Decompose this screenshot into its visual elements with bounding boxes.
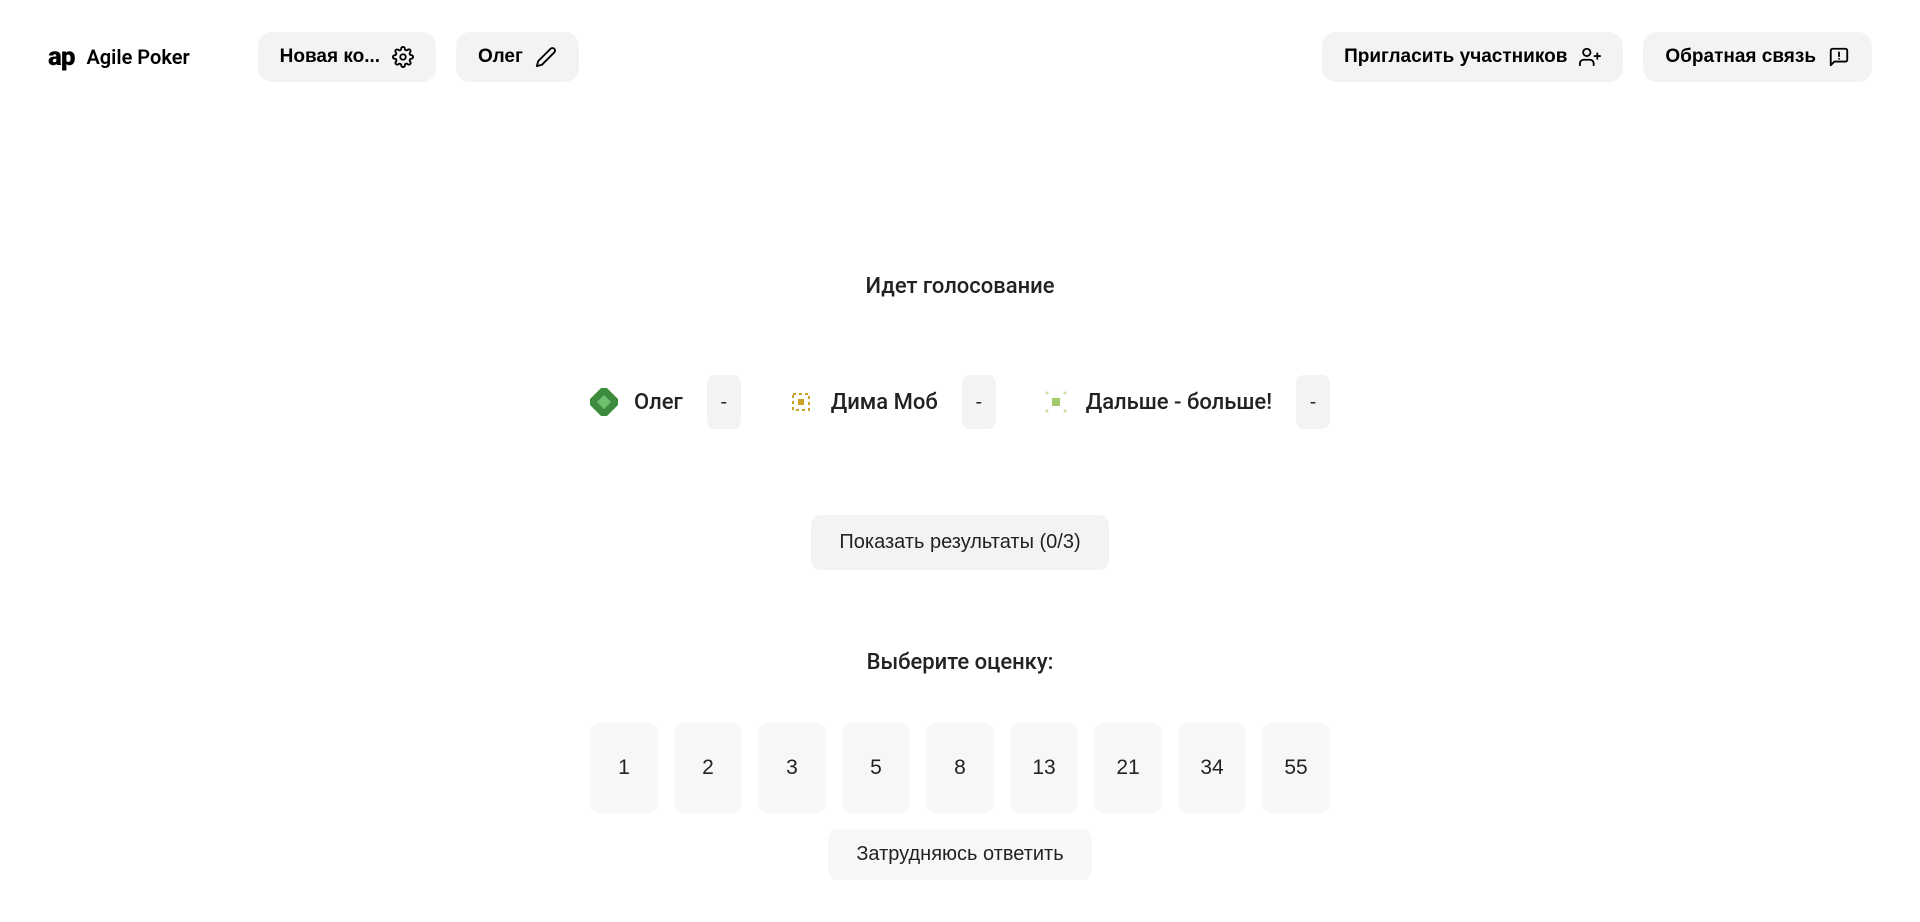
estimate-cards-row: 1 2 3 5 8 13 21 34 55 [590,723,1330,813]
estimate-card[interactable]: 55 [1262,723,1330,813]
invite-label: Пригласить участников [1344,46,1567,68]
avatar-icon [787,388,815,416]
main: Идет голосование Олег - Дима Моб - Дальш… [0,114,1920,880]
estimate-card[interactable]: 5 [842,723,910,813]
logo[interactable]: ap Agile Poker [48,42,190,72]
voting-status-title: Идет голосование [865,274,1054,299]
estimate-card[interactable]: 21 [1094,723,1162,813]
pick-estimate-title: Выберите оценку: [867,650,1054,675]
participants-row: Олег - Дима Моб - Дальше - больше! - [590,375,1330,429]
vote-chip: - [1296,375,1330,429]
participant: Дальше - больше! - [1042,375,1330,429]
feedback-button[interactable]: Обратная связь [1643,32,1872,82]
vote-chip: - [707,375,741,429]
gear-icon [392,46,414,68]
pencil-icon [535,46,557,68]
participant: Дима Моб - [787,375,996,429]
room-settings-button[interactable]: Новая ко... [258,32,436,82]
estimate-card[interactable]: 3 [758,723,826,813]
logo-mark: ap [48,42,74,72]
participant-name: Дима Моб [831,390,938,415]
avatar-icon [1042,388,1070,416]
user-plus-icon [1579,46,1601,68]
user-name-label: Олег [478,46,523,68]
estimate-card[interactable]: 8 [926,723,994,813]
user-edit-button[interactable]: Олег [456,32,579,82]
app-name: Agile Poker [86,45,189,69]
estimate-card[interactable]: 1 [590,723,658,813]
participant: Олег - [590,375,741,429]
vote-chip: - [962,375,996,429]
header: ap Agile Poker Новая ко... Олег Пригласи… [0,0,1920,114]
estimate-card[interactable]: 34 [1178,723,1246,813]
room-name-label: Новая ко... [280,46,380,68]
estimate-card[interactable]: 13 [1010,723,1078,813]
estimate-card[interactable]: 2 [674,723,742,813]
avatar-icon [590,388,618,416]
invite-button[interactable]: Пригласить участников [1322,32,1623,82]
participant-name: Олег [634,390,683,415]
feedback-icon [1828,46,1850,68]
feedback-label: Обратная связь [1665,46,1816,68]
hard-to-answer-button[interactable]: Затрудняюсь ответить [828,829,1091,880]
participant-name: Дальше - больше! [1086,390,1272,415]
show-results-button[interactable]: Показать результаты (0/3) [811,515,1108,570]
